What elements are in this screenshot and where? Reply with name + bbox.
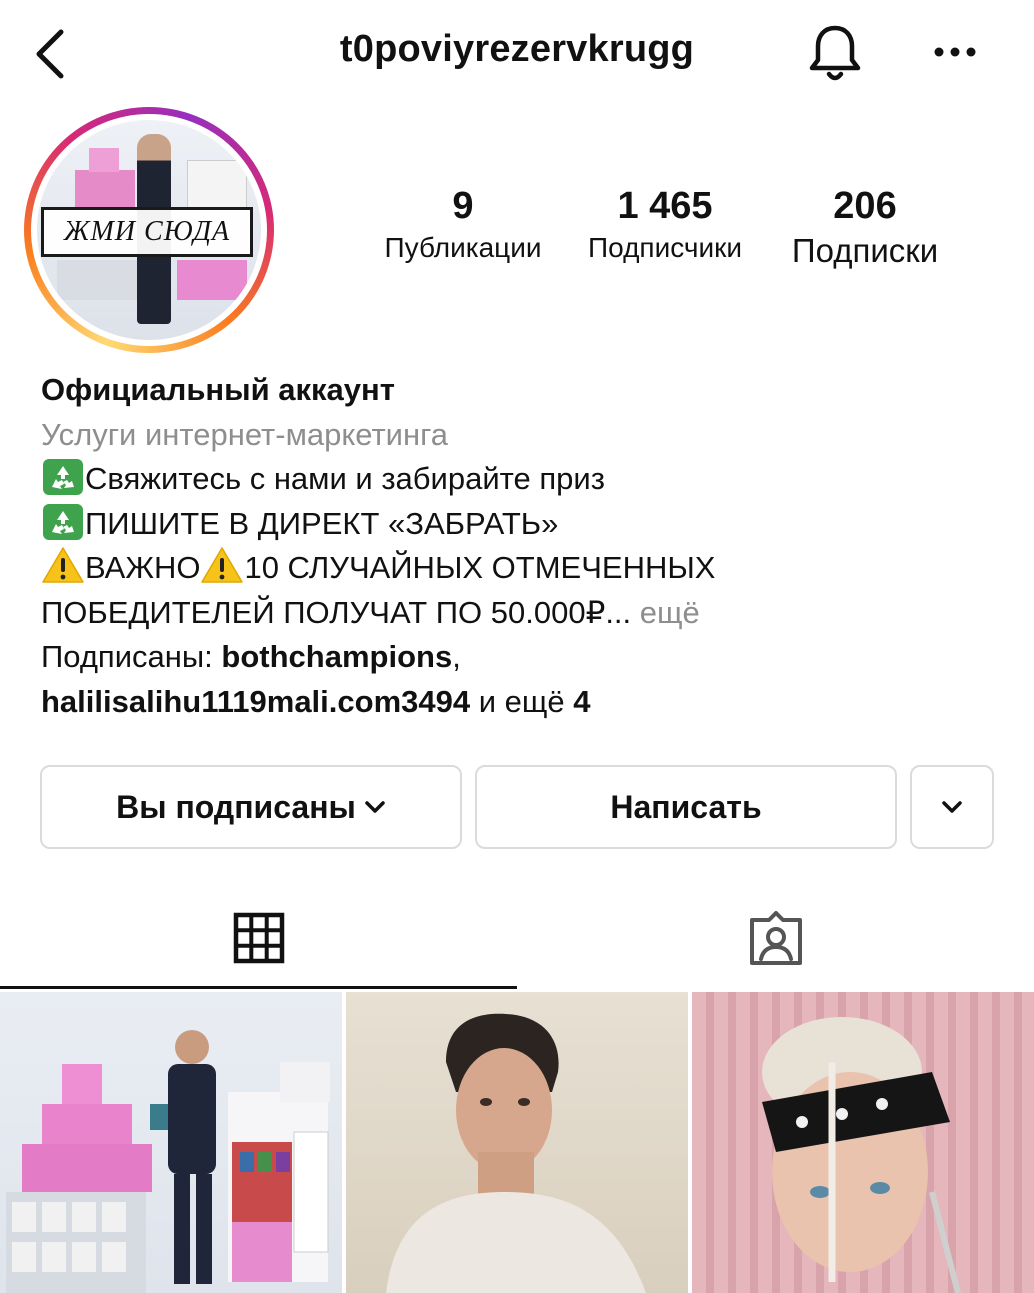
recycle-icon	[43, 503, 83, 540]
warning-icon	[201, 547, 244, 583]
post-thumbnail[interactable]	[346, 992, 688, 1293]
posts-count: 9	[452, 185, 474, 227]
more-options-button[interactable]	[925, 28, 985, 76]
tagged-user-icon	[749, 911, 802, 965]
chevron-left-icon	[36, 29, 64, 79]
followed-by-user-1[interactable]: bothchampions	[221, 639, 452, 674]
avatar-story-ring[interactable]: ЖМИ СЮДА	[24, 107, 274, 353]
tab-posts[interactable]	[0, 890, 517, 986]
grid-icon	[233, 912, 284, 964]
following-count: 206	[833, 185, 897, 227]
bio-line-3: ВАЖНО 10 СЛУЧАЙНЫХ ОТМЕЧЕННЫХ	[41, 546, 1001, 591]
profile-bio: Официальный аккаунт Услуги интернет-марк…	[41, 368, 1001, 724]
avatar-bottom-boxes	[57, 260, 137, 300]
stat-following[interactable]: 206 Подписки	[770, 185, 960, 270]
avatar-frame: ЖМИ СЮДА	[31, 114, 267, 346]
profile-username: t0poviyrezervkrugg	[339, 28, 695, 70]
posts-grid	[0, 992, 1034, 1293]
followed-by-line-2[interactable]: halilisalihu1119mali.com3494 и ещё 4	[41, 680, 1001, 725]
chevron-down-icon	[365, 801, 385, 813]
followed-by-user-2[interactable]: halilisalihu1119mali.com3494	[41, 684, 470, 719]
message-button-label: Написать	[610, 788, 762, 825]
followed-by-count[interactable]: 4	[573, 684, 590, 719]
post-thumbnail[interactable]	[0, 992, 342, 1293]
bio-category[interactable]: Услуги интернет-маркетинга	[41, 413, 1001, 458]
avatar-pink-boxes	[75, 170, 135, 210]
stat-followers[interactable]: 1 465 Подписчики	[570, 185, 760, 264]
top-bar: t0poviyrezervkrugg	[0, 0, 1034, 100]
bio-ellipsis: ...	[605, 594, 632, 630]
bio-line-1-text: Свяжитесь с нами и забирайте приз	[85, 461, 605, 496]
bio-line-3a-text: ВАЖНО	[85, 550, 201, 585]
chevron-down-icon	[942, 801, 962, 813]
recycle-icon	[43, 459, 83, 495]
post-thumbnail[interactable]	[692, 992, 1034, 1293]
bio-line-2: ПИШИТЕ В ДИРЕКТ «ЗАБРАТЬ»	[41, 502, 1001, 547]
followed-by-line-1: Подписаны: bothchampions,	[41, 635, 1001, 680]
tab-tagged[interactable]	[517, 890, 1034, 986]
warning-icon	[42, 547, 84, 583]
avatar-image: ЖМИ СЮДА	[37, 120, 261, 340]
message-button[interactable]: Написать	[475, 765, 897, 849]
avatar-white-boxes	[187, 160, 247, 210]
followed-by-separator: ,	[452, 639, 461, 674]
notifications-button[interactable]	[800, 18, 870, 88]
bio-line-2-text: ПИШИТЕ В ДИРЕКТ «ЗАБРАТЬ»	[85, 505, 559, 541]
bio-line-4: ПОБЕДИТЕЛЕЙ ПОЛУЧАТ ПО 50.000₽... ещё	[41, 591, 1001, 636]
posts-label: Публикации	[384, 232, 542, 263]
back-button[interactable]	[28, 24, 72, 84]
profile-tabs	[0, 890, 1034, 990]
post-image-bandana	[762, 1017, 961, 1293]
bio-line-3b-text: 10 СЛУЧАЙНЫХ ОТМЕЧЕННЫХ	[244, 550, 716, 585]
avatar-overlay-label: ЖМИ СЮДА	[41, 207, 253, 257]
bio-name: Официальный аккаунт	[41, 372, 395, 407]
avatar-bottom-boxes-right	[177, 260, 247, 300]
post-image-prizes	[6, 1030, 330, 1293]
following-button[interactable]: Вы подписаны	[40, 765, 462, 849]
bio-line-4-text: ПОБЕДИТЕЛЕЙ ПОЛУЧАТ ПО 50.000₽	[41, 594, 606, 630]
following-button-label: Вы подписаны	[116, 788, 356, 825]
avatar-pink-boxes-top	[89, 148, 119, 172]
following-label: Подписки	[791, 232, 939, 269]
followers-label: Подписчики	[587, 232, 743, 263]
suggested-accounts-button[interactable]	[910, 765, 994, 849]
stat-posts[interactable]: 9 Публикации	[368, 185, 558, 264]
active-tab-indicator	[0, 986, 517, 989]
followers-count: 1 465	[617, 185, 713, 227]
followed-by-label: Подписаны:	[41, 639, 222, 674]
followed-by-and: и ещё	[470, 683, 574, 719]
bell-icon	[809, 25, 861, 81]
post-image-portrait	[386, 1013, 646, 1293]
bio-line-1: Свяжитесь с нами и забирайте приз	[41, 457, 1001, 502]
more-horizontal-icon	[934, 47, 976, 57]
bio-more-link[interactable]: ещё	[640, 595, 700, 630]
